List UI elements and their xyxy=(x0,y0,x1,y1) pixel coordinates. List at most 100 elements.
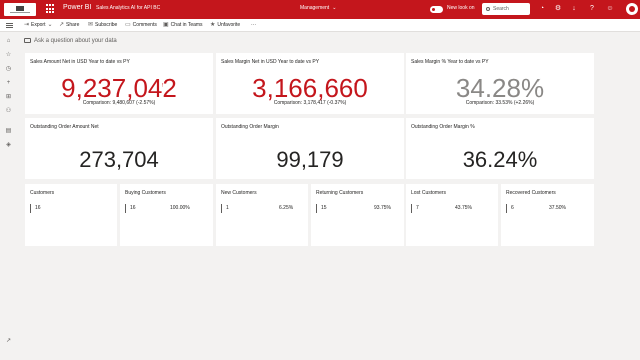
card-value: 36.24% xyxy=(462,147,538,172)
customer-tile[interactable]: Customers 16 xyxy=(25,184,117,246)
workspaces-icon[interactable]: ▤ xyxy=(5,128,12,135)
export-button[interactable]: ⇥ Export ⌄ xyxy=(24,22,53,28)
tile-title: Lost Customers xyxy=(411,190,447,196)
search-placeholder: Search xyxy=(493,6,509,12)
comment-icon: ▭ xyxy=(125,22,131,28)
download-icon[interactable]: ↓ xyxy=(570,5,578,13)
workspace-label: Management xyxy=(300,5,330,11)
comments-button[interactable]: ▭ Comments xyxy=(125,22,157,28)
home-icon[interactable]: ⌂ xyxy=(5,38,12,45)
app-name[interactable]: Power BI xyxy=(63,4,91,11)
more-options-button[interactable]: ··· xyxy=(251,22,256,28)
customer-tile[interactable]: Returning Customers 15 93.75% xyxy=(311,184,404,246)
logo-mark xyxy=(16,6,24,11)
chevron-down-icon: ⌄ xyxy=(332,5,337,11)
shared-icon[interactable]: ⚇ xyxy=(5,108,12,115)
new-look-label: New look on xyxy=(447,5,475,11)
mail-icon: ✉ xyxy=(88,22,94,28)
favorite-button[interactable]: ★ Unfavorite xyxy=(210,22,240,28)
search-icon xyxy=(486,7,490,11)
tile-title: Outstanding Order Margin % xyxy=(411,124,475,130)
card-tile[interactable]: Outstanding Order Margin 99,179 xyxy=(216,118,404,179)
share-icon: ↗ xyxy=(59,22,65,28)
row-divider xyxy=(316,204,317,213)
feedback-icon[interactable]: ☺ xyxy=(606,5,614,13)
left-nav: ⌂ ☆ ◷ + ⊞ ⚇ ▤ ◈ ↗ xyxy=(0,32,17,360)
kpi-tile[interactable]: Sales Margin Net in USD Year to date vs … xyxy=(216,53,404,114)
hamburger-menu-icon[interactable] xyxy=(6,23,13,28)
check-icon: ✓ xyxy=(537,78,542,84)
qa-icon xyxy=(24,38,31,43)
tile-title: Buying Customers xyxy=(125,190,166,196)
tile-title: Sales Margin Net in USD Year to date vs … xyxy=(221,59,320,65)
star-icon: ★ xyxy=(210,22,216,28)
export-icon: ⇥ xyxy=(24,22,30,28)
help-icon[interactable]: ? xyxy=(588,5,596,13)
subscribe-button[interactable]: ✉ Subscribe xyxy=(88,22,117,28)
kpi-comparison: Comparison: 9,480,607 (-2.57%) xyxy=(82,100,156,106)
settings-icon[interactable]: ⚙ xyxy=(554,5,562,13)
expand-icon[interactable]: ↗ xyxy=(5,338,12,345)
report-title: Sales Analytics AI for API BC xyxy=(96,5,161,11)
customer-pct: 43.75% xyxy=(455,205,472,211)
card-value: 273,704 xyxy=(79,147,159,172)
create-icon[interactable]: + xyxy=(5,80,12,87)
row-divider xyxy=(411,204,412,213)
customer-count: 15 xyxy=(321,205,327,211)
tile-title: New Customers xyxy=(221,190,257,196)
new-look-toggle[interactable] xyxy=(430,6,443,13)
customer-tile[interactable]: Lost Customers 7 43.75% xyxy=(406,184,498,246)
row-divider xyxy=(125,204,126,213)
chat-label: Chat in Teams xyxy=(170,22,203,28)
customer-count: 1 xyxy=(226,205,229,211)
favorites-icon[interactable]: ☆ xyxy=(5,52,12,59)
bell-icon[interactable]: ◔ xyxy=(538,5,546,13)
qa-placeholder: Ask a question about your data xyxy=(34,38,117,44)
card-tile[interactable]: Outstanding Order Margin % 36.24% xyxy=(406,118,594,179)
search-input[interactable]: Search xyxy=(482,3,530,15)
tile-title: Sales Amount Net in USD Year to date vs … xyxy=(30,59,130,65)
teams-icon: ▣ xyxy=(163,22,169,28)
app-launcher-icon[interactable] xyxy=(46,4,56,14)
customer-tile[interactable]: Recovered Customers 6 37.50% xyxy=(501,184,594,246)
action-bar: ⇥ Export ⌄ ↗ Share ✉ Subscribe ▭ Comments ▣ Ch… xyxy=(0,19,640,32)
recent-icon[interactable]: ◷ xyxy=(5,66,12,73)
alert-icon: ! xyxy=(354,83,356,89)
avatar[interactable] xyxy=(626,3,638,15)
tile-title: Recovered Customers xyxy=(506,190,556,196)
customer-count: 7 xyxy=(416,205,419,211)
customer-pct: 6.25% xyxy=(279,205,294,211)
kpi-comparison: Comparison: 3,178,417 (-0.37%) xyxy=(273,100,347,106)
more-options-icon: ··· xyxy=(251,22,256,28)
kpi-tile[interactable]: Sales Amount Net in USD Year to date vs … xyxy=(25,53,213,114)
kpi-tile[interactable]: Sales Margin % Year to date vs PY 34.28%… xyxy=(406,53,594,114)
customer-tile[interactable]: New Customers 1 6.25% xyxy=(216,184,308,246)
qa-input[interactable]: Ask a question about your data xyxy=(24,38,117,44)
customer-tile[interactable]: Buying Customers 16 100.00% xyxy=(120,184,213,246)
row-divider xyxy=(221,204,222,213)
subscribe-label: Subscribe xyxy=(95,22,118,28)
customer-pct: 37.50% xyxy=(549,205,566,211)
kpi-comparison: Comparison: 33.53% (+2.26%) xyxy=(465,100,535,106)
tile-title: Outstanding Order Margin xyxy=(221,124,279,130)
chevron-down-icon: ⌄ xyxy=(47,22,53,28)
workspace-selector[interactable]: Management ⌄ xyxy=(300,5,336,11)
company-logo[interactable] xyxy=(4,3,36,16)
tile-title: Returning Customers xyxy=(316,190,364,196)
logo-subtext xyxy=(10,12,30,13)
top-bar: Power BI Sales Analytics AI for API BC M… xyxy=(0,0,640,19)
chat-in-teams-button[interactable]: ▣ Chat in Teams xyxy=(163,22,203,28)
row-divider xyxy=(506,204,507,213)
card-value: 99,179 xyxy=(276,147,344,172)
share-label: Share xyxy=(66,22,80,28)
tile-title: Sales Margin % Year to date vs PY xyxy=(411,59,489,65)
tile-title: Customers xyxy=(30,190,55,196)
customer-pct: 100.00% xyxy=(170,205,190,211)
card-tile[interactable]: Outstanding Order Amount Net 273,704 xyxy=(25,118,213,179)
alert-icon: ! xyxy=(162,83,164,89)
customer-count: 16 xyxy=(130,205,136,211)
current-workspace-icon[interactable]: ◈ xyxy=(5,142,12,149)
customer-count: 16 xyxy=(35,205,41,211)
share-button[interactable]: ↗ Share xyxy=(59,22,79,28)
apps-icon[interactable]: ⊞ xyxy=(5,94,12,101)
